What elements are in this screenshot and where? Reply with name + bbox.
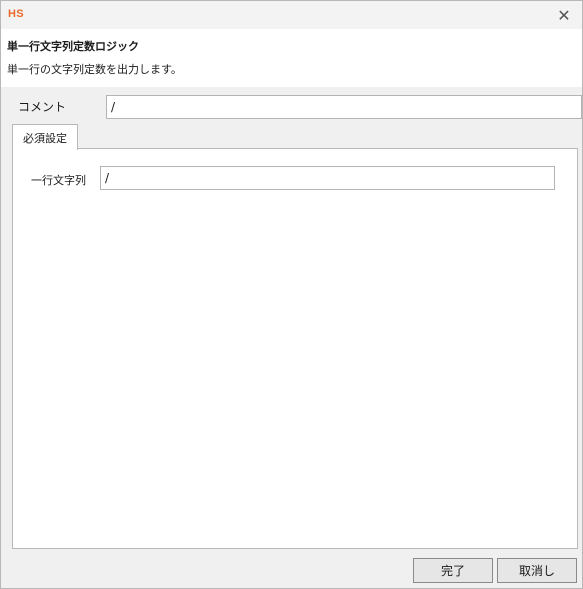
comment-input[interactable]: [106, 95, 582, 119]
title-bar: HS ✕: [1, 1, 582, 29]
close-icon[interactable]: ✕: [554, 5, 574, 25]
complete-button[interactable]: 完了: [413, 558, 493, 583]
single-line-string-input[interactable]: [100, 166, 555, 190]
dialog-title: 単一行文字列定数ロジック: [7, 40, 139, 53]
tab-label: 必須設定: [23, 131, 67, 145]
cancel-button[interactable]: 取消し: [497, 558, 577, 583]
comment-label: コメント: [18, 100, 67, 114]
app-logo: HS: [8, 8, 24, 20]
dialog-header: 単一行文字列定数ロジック 単一行の文字列定数を出力します。: [1, 29, 582, 87]
tab-required-settings[interactable]: 必須設定: [12, 124, 78, 150]
tab-panel-required-settings: 一行文字列: [12, 148, 578, 549]
single-line-string-label: 一行文字列: [31, 174, 86, 187]
dialog-window: HS ✕ 単一行文字列定数ロジック 単一行の文字列定数を出力します。 コメント …: [0, 0, 583, 589]
dialog-description: 単一行の文字列定数を出力します。: [7, 63, 182, 76]
